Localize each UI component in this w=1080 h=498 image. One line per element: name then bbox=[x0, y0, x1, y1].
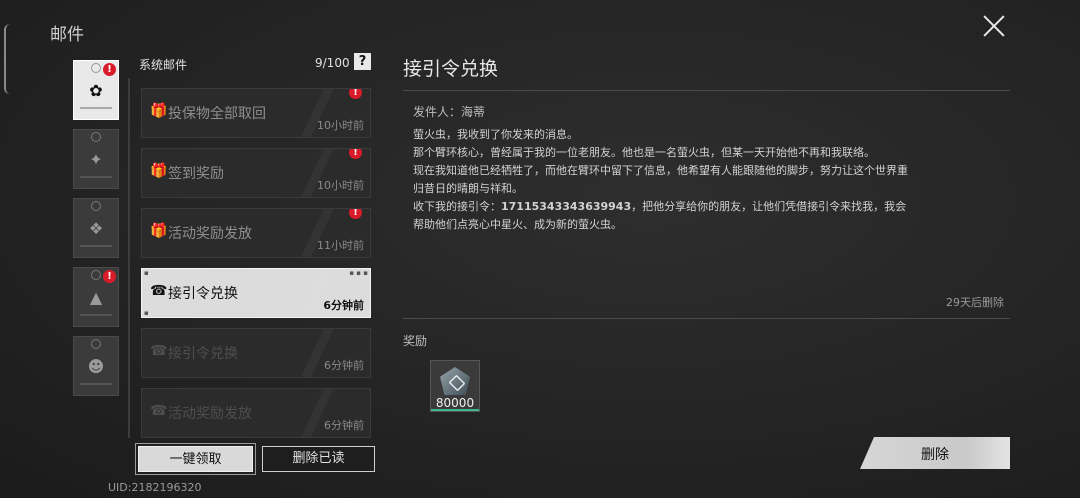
category-stripe bbox=[80, 314, 112, 316]
side-panel-bracket bbox=[4, 24, 12, 94]
mail-item-time: 6分钟前 bbox=[324, 419, 364, 432]
mail-body-line: 那个臂环核心，曾经属于我的一位老朋友。他也是一名萤火虫，但某一天开始他不再和我联… bbox=[413, 146, 875, 159]
mail-item[interactable]: ☎ 接引令兑换 6分钟前 ▪ ▪ ▪ ▪ ▪ bbox=[141, 268, 371, 318]
page-title: 邮件 bbox=[50, 25, 84, 45]
mail-item-time: 11小时前 bbox=[317, 239, 364, 252]
claim-all-button[interactable]: 一键领取 bbox=[135, 443, 256, 475]
alert-badge: ! bbox=[103, 63, 116, 76]
reward-label: 奖励 bbox=[403, 334, 428, 348]
pin-icon bbox=[91, 63, 101, 73]
mail-body-line: 收下我的接引令：17115343343639943，把他分享给你的朋友，让他们凭… bbox=[413, 198, 908, 234]
mail-item-time: 6分钟前 bbox=[324, 359, 364, 372]
mail-item[interactable]: 🎁 投保物全部取回 10小时前! bbox=[141, 88, 371, 138]
mail-item-title: 接引令兑换 bbox=[168, 286, 238, 302]
pin-icon bbox=[91, 270, 101, 280]
mail-title: 接引令兑换 bbox=[403, 58, 499, 80]
category-stripe bbox=[80, 176, 112, 178]
mail-body-line: 萤火虫，我收到了你发来的消息。 bbox=[413, 128, 578, 141]
mail-item-time: 10小时前 bbox=[317, 179, 364, 192]
category-stripe bbox=[80, 107, 112, 109]
category-stripe bbox=[80, 383, 112, 385]
pin-icon bbox=[91, 339, 101, 349]
category-tab[interactable]: ▲! bbox=[73, 267, 119, 327]
category-icon: ☻ bbox=[87, 357, 105, 376]
help-button[interactable]: ? bbox=[354, 53, 371, 70]
pin-icon bbox=[91, 132, 101, 142]
category-icon: ✦ bbox=[89, 150, 103, 169]
reward-item[interactable]: 80000 bbox=[430, 360, 480, 412]
mail-item[interactable]: ☎ 活动奖励发放 6分钟前 bbox=[141, 388, 371, 438]
category-icon: ✿ bbox=[89, 81, 103, 100]
phone-icon: ☎ bbox=[150, 343, 168, 359]
reward-quantity: 80000 bbox=[435, 396, 475, 410]
mail-item-title: 签到奖励 bbox=[168, 166, 224, 182]
corner-mark: ▪ ▪ ▪ bbox=[349, 269, 368, 277]
category-tab[interactable]: ✿! bbox=[73, 60, 119, 120]
pin-icon bbox=[91, 201, 101, 211]
alert-badge: ! bbox=[103, 270, 116, 283]
mail-item-title: 活动奖励发放 bbox=[168, 406, 252, 422]
mail-item-time: 10小时前 bbox=[317, 119, 364, 132]
gift-icon: 🎁 bbox=[150, 103, 168, 119]
category-tab[interactable]: ❖ bbox=[73, 198, 119, 258]
delete-button[interactable]: 删除 bbox=[860, 437, 1010, 469]
corner-mark: ▪ bbox=[144, 309, 149, 317]
mail-count: 9/100 bbox=[315, 56, 350, 70]
mail-item-title: 活动奖励发放 bbox=[168, 226, 252, 242]
mail-item[interactable]: 🎁 签到奖励 10小时前! bbox=[141, 148, 371, 198]
category-icon: ❖ bbox=[88, 219, 104, 238]
invite-code: 17115343343639943 bbox=[501, 200, 632, 213]
uid-label: UID:2182196320 bbox=[108, 481, 202, 494]
reward-rarity-bar bbox=[431, 409, 479, 411]
mail-item-time: 6分钟前 bbox=[323, 299, 364, 312]
delete-button-label: 删除 bbox=[921, 447, 949, 463]
category-tab[interactable]: ✦ bbox=[73, 129, 119, 189]
mail-sender: 发件人：海蒂 bbox=[413, 105, 486, 119]
list-header: 系统邮件 bbox=[139, 58, 188, 72]
phone-icon: ☎ bbox=[150, 283, 168, 299]
close-button[interactable] bbox=[978, 10, 1010, 42]
mail-item-title: 投保物全部取回 bbox=[168, 106, 266, 122]
delete-read-button[interactable]: 删除已读 bbox=[262, 446, 375, 472]
gift-icon: 🎁 bbox=[150, 163, 168, 179]
expire-label: 29天后删除 bbox=[946, 296, 1004, 309]
mail-item-title: 接引令兑换 bbox=[168, 346, 238, 362]
mail-body: 萤火虫，我收到了你发来的消息。 那个臂环核心，曾经属于我的一位老朋友。他也是一名… bbox=[413, 126, 908, 234]
divider bbox=[403, 318, 1010, 319]
mail-item[interactable]: ☎ 接引令兑换 6分钟前 bbox=[141, 328, 371, 378]
category-stripe bbox=[80, 245, 112, 247]
divider bbox=[403, 90, 1010, 91]
corner-mark: ▪ bbox=[144, 269, 149, 277]
gift-icon: 🎁 bbox=[150, 223, 168, 239]
phone-icon: ☎ bbox=[150, 403, 168, 419]
category-icon: ▲ bbox=[89, 288, 103, 307]
mail-body-line: 现在我知道他已经牺牲了，而他在臂环中留下了信息，他希望有人能跟随他的脚步，努力让… bbox=[413, 164, 908, 195]
mail-item[interactable]: 🎁 活动奖励发放 11小时前! bbox=[141, 208, 371, 258]
category-tab[interactable]: ☻ bbox=[73, 336, 119, 396]
code-prefix: 收下我的接引令： bbox=[413, 200, 501, 213]
list-scrollbar[interactable] bbox=[128, 78, 130, 438]
